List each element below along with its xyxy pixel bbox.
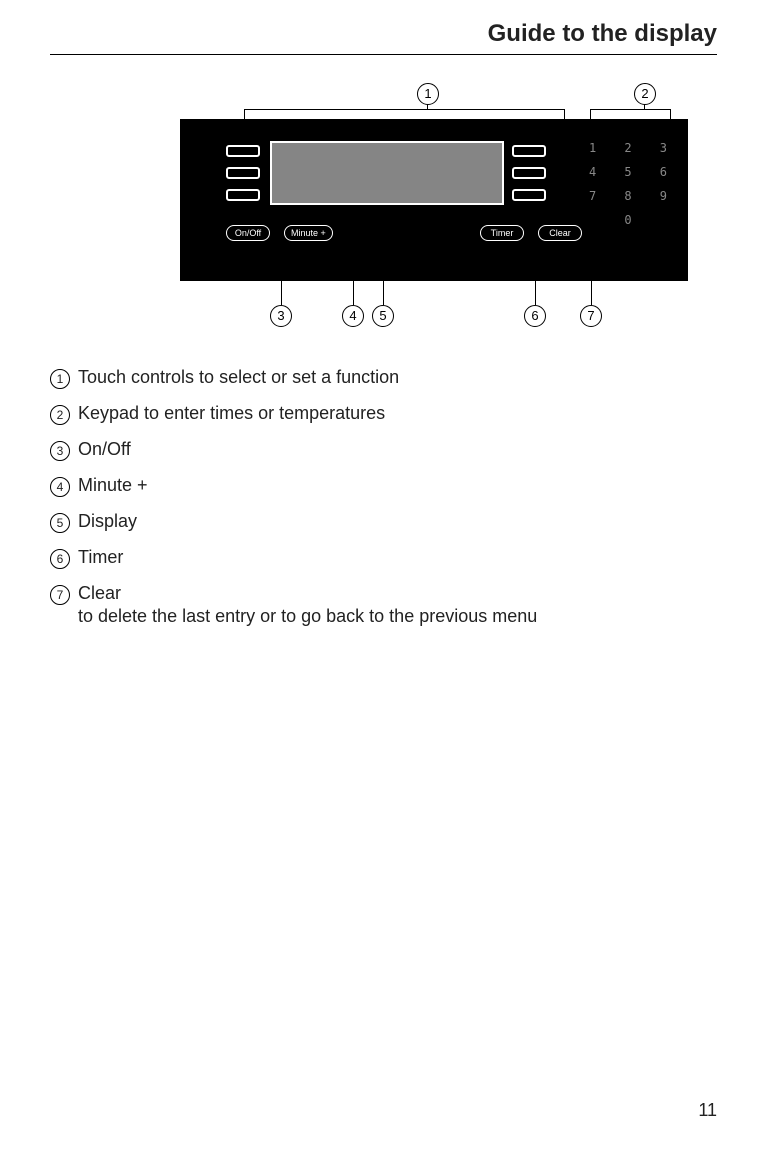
key-2[interactable]: 2: [615, 141, 640, 155]
touch-control-left-3[interactable]: [226, 189, 260, 201]
control-panel: On/Off Minute + Timer Clear 1 2 3 4 5 6 …: [180, 119, 688, 281]
legend-num: 2: [50, 405, 70, 425]
legend-item-3: 3 On/Off: [50, 439, 717, 461]
leader-line: [670, 109, 671, 139]
legend-num: 3: [50, 441, 70, 461]
numeric-keypad: 1 2 3 4 5 6 7 8 9 0: [580, 141, 676, 227]
display-figure: On/Off Minute + Timer Clear 1 2 3 4 5 6 …: [180, 83, 720, 343]
legend-item-7: 7 Clear to delete the last entry or to g…: [50, 583, 717, 627]
legend-text: Clear to delete the last entry or to go …: [78, 583, 717, 627]
touch-control-left-2[interactable]: [226, 167, 260, 179]
timer-button[interactable]: Timer: [480, 225, 524, 241]
title-divider: [50, 54, 717, 55]
page-title: Guide to the display: [50, 20, 717, 48]
key-0[interactable]: 0: [615, 213, 640, 227]
key-8[interactable]: 8: [615, 189, 640, 203]
legend-item-4: 4 Minute +: [50, 475, 717, 497]
callout-2: 2: [634, 83, 656, 105]
callout-6: 6: [524, 305, 546, 327]
key-5[interactable]: 5: [615, 165, 640, 179]
key-3[interactable]: 3: [651, 141, 676, 155]
legend-text: On/Off: [78, 439, 717, 460]
leader-line: [244, 109, 564, 110]
legend-text: Minute +: [78, 475, 717, 496]
legend-item-2: 2 Keypad to enter times or temperatures: [50, 403, 717, 425]
legend-item-5: 5 Display: [50, 511, 717, 533]
leader-line: [591, 243, 592, 305]
touch-control-left-1[interactable]: [226, 145, 260, 157]
callout-7: 7: [580, 305, 602, 327]
legend-text: Timer: [78, 547, 717, 568]
legend-num: 5: [50, 513, 70, 533]
leader-line: [353, 243, 354, 305]
page-number: 11: [698, 1100, 717, 1121]
key-7[interactable]: 7: [580, 189, 605, 203]
key-9[interactable]: 9: [651, 189, 676, 203]
leader-line: [535, 243, 536, 305]
callout-3: 3: [270, 305, 292, 327]
leader-line: [564, 109, 565, 139]
leader-line: [244, 109, 245, 139]
callout-1: 1: [417, 83, 439, 105]
legend-text: Touch controls to select or set a functi…: [78, 367, 717, 388]
callout-4: 4: [342, 305, 364, 327]
legend-num: 4: [50, 477, 70, 497]
legend-text: Keypad to enter times or temperatures: [78, 403, 717, 424]
leader-line: [281, 243, 282, 305]
onoff-button[interactable]: On/Off: [226, 225, 270, 241]
display-screen: [270, 141, 504, 205]
clear-button[interactable]: Clear: [538, 225, 582, 241]
legend-item-6: 6 Timer: [50, 547, 717, 569]
leader-line: [590, 109, 670, 110]
legend-item-1: 1 Touch controls to select or set a func…: [50, 367, 717, 389]
legend-text: Display: [78, 511, 717, 532]
touch-control-right-3[interactable]: [512, 189, 546, 201]
touch-control-right-2[interactable]: [512, 167, 546, 179]
key-4[interactable]: 4: [580, 165, 605, 179]
callout-5: 5: [372, 305, 394, 327]
key-1[interactable]: 1: [580, 141, 605, 155]
legend-num: 6: [50, 549, 70, 569]
legend-num: 1: [50, 369, 70, 389]
key-6[interactable]: 6: [651, 165, 676, 179]
legend-list: 1 Touch controls to select or set a func…: [50, 367, 717, 627]
leader-line: [590, 109, 591, 139]
minute-plus-button[interactable]: Minute +: [284, 225, 333, 241]
legend-sub: to delete the last entry or to go back t…: [78, 606, 717, 627]
legend-main: Clear: [78, 583, 121, 603]
touch-control-right-1[interactable]: [512, 145, 546, 157]
legend-num: 7: [50, 585, 70, 605]
leader-line: [383, 208, 384, 305]
